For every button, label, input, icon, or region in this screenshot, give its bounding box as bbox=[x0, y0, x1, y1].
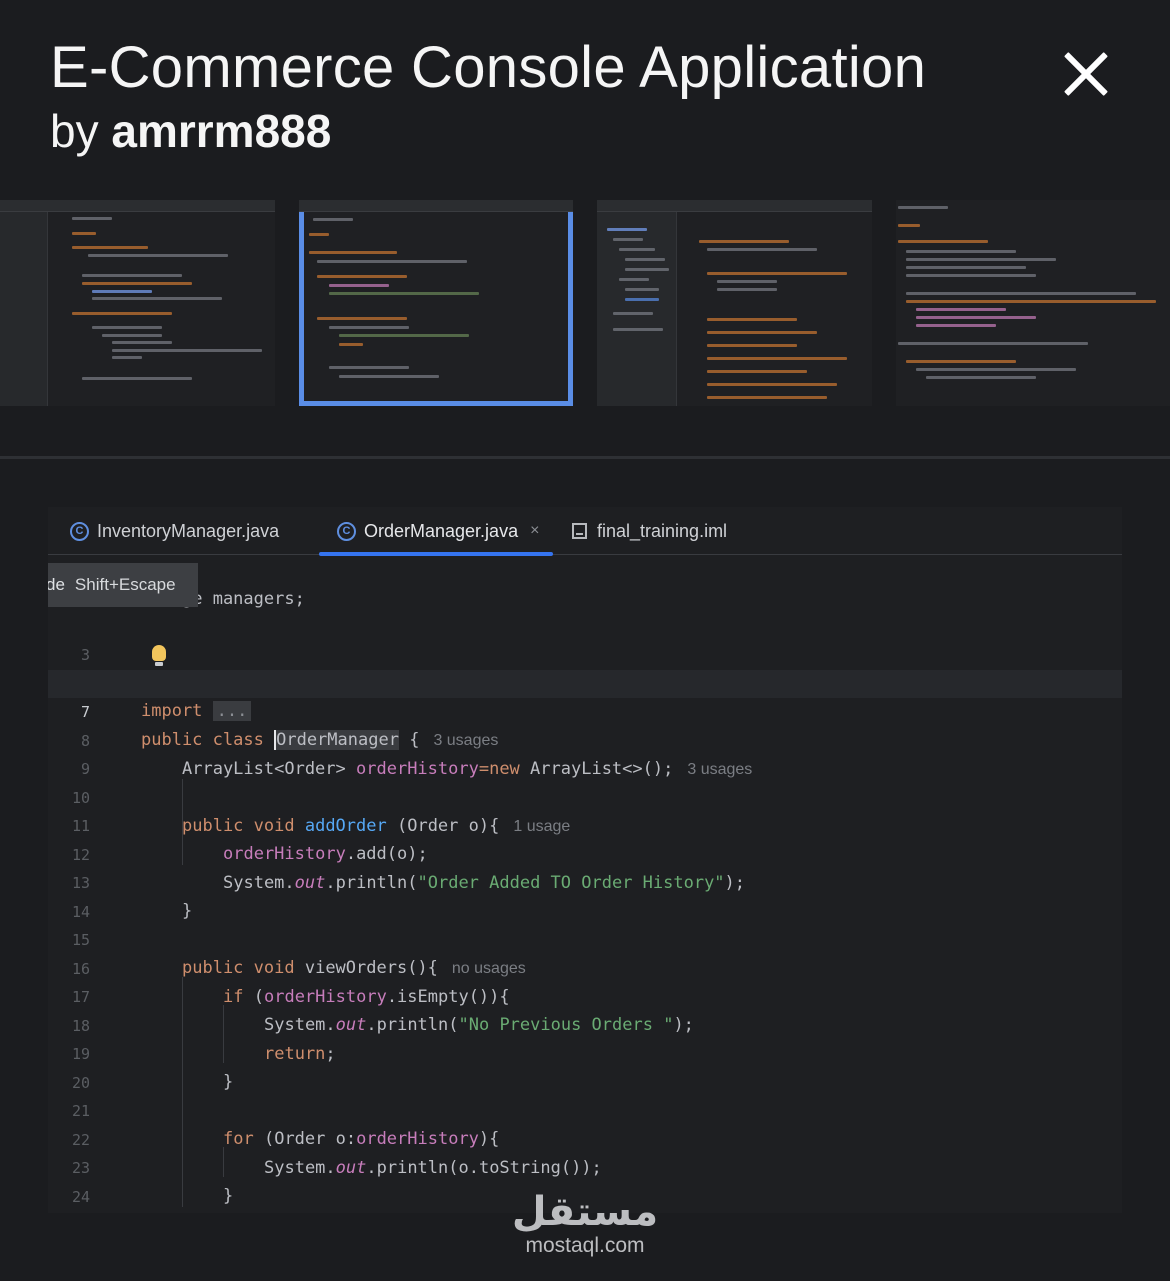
thumbnail-4[interactable] bbox=[896, 200, 1170, 406]
code-line-14: 14 bbox=[71, 903, 90, 921]
tab-final-training-iml[interactable]: final_training.iml bbox=[572, 507, 727, 555]
code-line-13: 13 } bbox=[71, 874, 193, 921]
code-line-12: 12 System.out.println("Order Added TO Or… bbox=[71, 846, 746, 893]
code-line-10: 10 public void addOrder (Order o){1 usag… bbox=[71, 789, 571, 836]
lightbulb-icon[interactable] bbox=[152, 645, 166, 666]
tab-close-icon[interactable]: × bbox=[530, 522, 539, 540]
code-line-24: 24 } bbox=[71, 1188, 90, 1206]
code-line-7: 7 public class OrderManager {3 usages bbox=[48, 670, 1122, 750]
tab-label: OrderManager.java bbox=[364, 520, 519, 541]
editor-tabs: C InventoryManager.java C OrderManager.j… bbox=[48, 507, 1122, 556]
watermark-arabic: مستقل bbox=[511, 1189, 659, 1235]
code-line-16: 16 if (orderHistory.isEmpty()){ bbox=[71, 960, 510, 1007]
tab-label: final_training.iml bbox=[597, 520, 728, 541]
close-icon[interactable] bbox=[1056, 44, 1116, 104]
project-title: E-Commerce Console Application bbox=[50, 35, 927, 100]
tab-label: InventoryManager.java bbox=[97, 520, 280, 541]
code-line-9: 9 bbox=[80, 760, 90, 778]
shortcut-tooltip: de Shift+Escape bbox=[48, 563, 198, 607]
code-editor[interactable]: C InventoryManager.java C OrderManager.j… bbox=[48, 507, 1122, 1213]
java-class-icon: C bbox=[337, 521, 356, 541]
code-line-17: 17 System.out.println("No Previous Order… bbox=[71, 988, 694, 1035]
thumbnail-2[interactable] bbox=[299, 200, 573, 406]
java-class-icon: C bbox=[70, 521, 89, 541]
code-line-19: 19 } bbox=[71, 1045, 234, 1092]
author-byline: by amrrm888 bbox=[50, 104, 331, 158]
tab-inventory-manager[interactable]: C InventoryManager.java bbox=[70, 507, 279, 555]
code-line-6: 6 bbox=[48, 642, 1122, 693]
by-prefix: by bbox=[50, 105, 99, 157]
thumbnail-1[interactable] bbox=[0, 200, 275, 406]
code-line-package: ge managers; bbox=[182, 589, 305, 609]
thumbnail-strip bbox=[0, 200, 1170, 408]
mostaql-watermark: مستقل mostaql.com bbox=[510, 1190, 660, 1258]
code-line-21: 21 for (Order o:orderHistory){ bbox=[71, 1102, 500, 1149]
code-line-8: 8 ArrayList<Order> orderHistory=new Arra… bbox=[80, 732, 753, 779]
code-line-18: 18 return; bbox=[71, 1017, 336, 1064]
code-line-3: 3 › import ... bbox=[48, 613, 1122, 721]
code-line-11: 11 orderHistory.add(o); bbox=[71, 817, 428, 864]
code-line-22: 22 System.out.println(o.toString()); bbox=[71, 1131, 602, 1178]
code-line-20: 20 bbox=[71, 1074, 90, 1092]
module-file-icon bbox=[572, 523, 587, 539]
section-divider bbox=[0, 456, 1170, 459]
code-line-23: 23 } bbox=[71, 1159, 234, 1206]
thumbnail-3[interactable] bbox=[597, 200, 872, 406]
author-name[interactable]: amrrm888 bbox=[111, 105, 331, 157]
watermark-latin: mostaql.com bbox=[525, 1234, 645, 1257]
code-line-15: 15 public void viewOrders(){no usages bbox=[71, 931, 526, 978]
tab-order-manager[interactable]: C OrderManager.java × bbox=[318, 507, 554, 556]
